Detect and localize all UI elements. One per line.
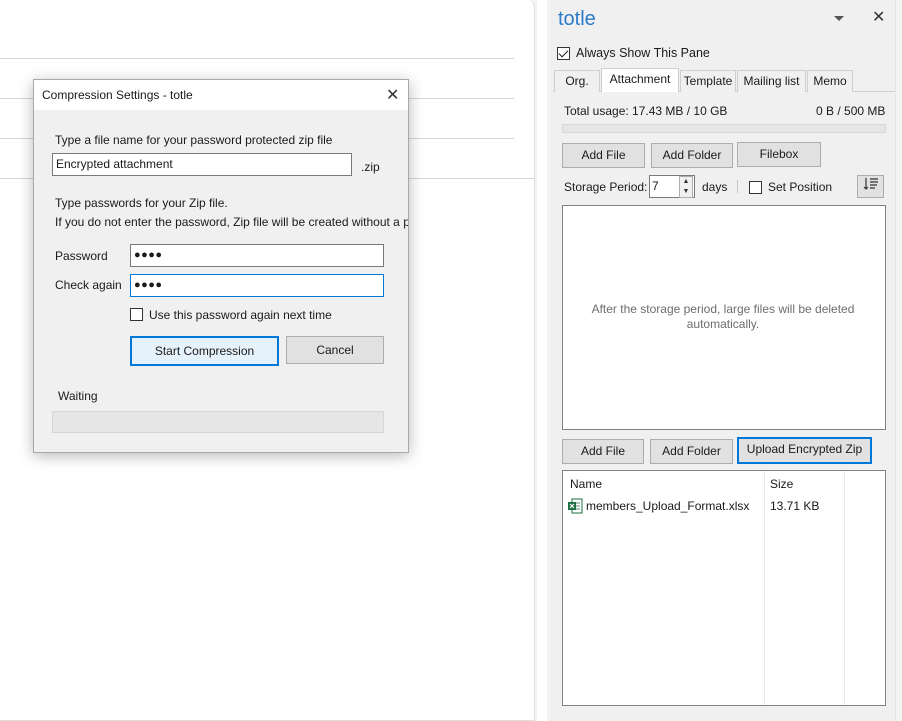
tab-template[interactable]: Template [680,70,736,92]
cancel-button[interactable]: Cancel [286,336,384,364]
remember-password-label: Use this password again next time [149,308,332,322]
filename-prompt: Type a file name for your password prote… [55,133,333,147]
column-divider [844,471,845,705]
dropdown-arrow-icon[interactable] [832,11,846,25]
add-file-button[interactable]: Add File [562,143,645,168]
always-show-label: Always Show This Pane [576,46,710,60]
compose-divider [0,58,514,59]
usage-right-label: 0 B / 500 MB [816,104,886,118]
pane-title: totle [558,8,596,30]
password-input[interactable]: ●●●● [130,244,384,267]
status-label: Waiting [58,389,98,403]
column-header-size[interactable]: Size [770,477,793,491]
column-header-name[interactable]: Name [570,477,602,491]
close-icon[interactable]: ✕ [386,85,399,105]
excel-file-icon [568,498,583,514]
check-again-input[interactable]: ●●●● [130,274,384,297]
spin-down-icon[interactable]: ▼ [680,187,692,197]
remember-password-checkbox[interactable] [130,308,143,321]
total-usage-label: Total usage: 17.43 MB / 10 GB [564,104,728,118]
storage-period-label: Storage Period: [564,180,648,194]
spin-up-icon[interactable]: ▲ [680,177,692,187]
start-compression-button[interactable]: Start Compression [130,336,279,366]
check-again-label: Check again [55,278,122,292]
tab-mailing-list[interactable]: Mailing list [737,70,806,92]
tab-org[interactable]: Org. [554,70,600,92]
set-position-checkbox[interactable] [749,181,762,194]
zip-extension-label: .zip [361,160,380,174]
tab-memo[interactable]: Memo [807,70,853,92]
set-position-label: Set Position [768,180,833,194]
upload-encrypted-zip-button[interactable]: Upload Encrypted Zip [737,437,872,464]
compression-progress-bar [52,411,384,433]
close-icon[interactable]: ✕ [872,9,885,27]
file-name[interactable]: members_Upload_Format.xlsx [586,499,749,513]
filebox-button[interactable]: Filebox [737,142,821,167]
always-show-checkbox[interactable] [557,47,570,60]
days-label: days [702,180,728,194]
usage-progress-bar [562,124,886,133]
spin-arrows[interactable]: ▲ ▼ [679,176,693,198]
storage-period-value: 7 [652,179,659,193]
password-prompt-2: If you do not enter the password, Zip fi… [55,215,409,229]
column-divider [764,471,765,705]
compression-settings-dialog: Compression Settings - totle ✕ Type a fi… [33,79,409,453]
drop-area-message: After the storage period, large files wi… [591,302,855,331]
add-file-button-2[interactable]: Add File [562,439,644,464]
add-folder-button-2[interactable]: Add Folder [650,439,733,464]
add-folder-button[interactable]: Add Folder [651,143,733,168]
password-prompt-1: Type passwords for your Zip file. [55,196,228,210]
filename-input[interactable]: Encrypted attachment [52,153,352,176]
tab-attachment[interactable]: Attachment [601,68,679,92]
separator [737,180,738,193]
password-label: Password [55,249,108,263]
file-size: 13.71 KB [770,499,820,513]
sort-icon[interactable] [857,175,884,198]
dialog-title: Compression Settings - totle [42,88,193,102]
